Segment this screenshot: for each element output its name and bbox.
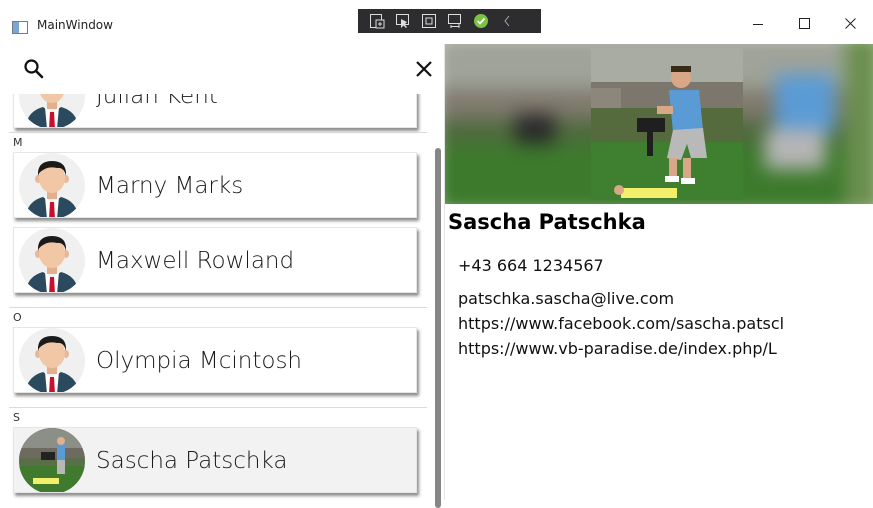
contact-list[interactable]: Julian Kent M Marny Marks Maxwell Rowlan… xyxy=(0,94,444,500)
maximize-icon xyxy=(798,14,810,33)
scrollbar-thumb[interactable] xyxy=(435,148,441,508)
hot-reload-ok-icon[interactable] xyxy=(472,12,490,30)
avatar xyxy=(19,228,85,293)
contact-name: Marny Marks xyxy=(96,173,244,199)
contact-name: Maxwell Rowland xyxy=(96,248,295,274)
display-layout-adorners-icon[interactable] xyxy=(420,12,438,30)
profile-banner xyxy=(445,44,873,204)
search-icon[interactable] xyxy=(22,57,46,81)
detail-website-link[interactable]: https://www.vb-paradise.de/index.php/L xyxy=(458,339,777,358)
contact-card-selected[interactable]: Sascha Patschka xyxy=(13,427,417,493)
profile-photo xyxy=(591,48,743,200)
contact-card[interactable]: Julian Kent xyxy=(13,94,417,128)
contact-name: Julian Kent xyxy=(96,94,218,109)
search-bar xyxy=(0,44,444,94)
collapse-chevron-icon[interactable] xyxy=(498,12,516,30)
live-visual-tree-icon[interactable] xyxy=(368,12,386,30)
close-icon xyxy=(844,14,856,33)
clear-search-icon[interactable] xyxy=(412,57,436,81)
contact-detail-pane: Sascha Patschka +43 664 1234567 patschka… xyxy=(445,44,873,500)
contact-name: Olympia Mcintosh xyxy=(96,348,303,374)
title-bar: MainWindow xyxy=(0,0,873,44)
minimize-icon xyxy=(753,14,763,33)
window-title: MainWindow xyxy=(37,18,113,32)
detail-name: Sascha Patschka xyxy=(448,210,646,234)
track-focused-element-icon[interactable] xyxy=(446,12,464,30)
maximize-button[interactable] xyxy=(781,8,827,38)
group-header-s: S xyxy=(9,407,427,427)
app-icon xyxy=(12,19,28,34)
minimize-button[interactable] xyxy=(735,8,781,38)
group-header-o: O xyxy=(9,307,427,327)
debug-toolbar xyxy=(358,9,541,33)
detail-facebook-link[interactable]: https://www.facebook.com/sascha.patscl xyxy=(458,314,784,333)
group-header-m: M xyxy=(9,132,427,152)
avatar xyxy=(19,94,85,128)
contact-card[interactable]: Marny Marks xyxy=(13,152,417,218)
detail-phone[interactable]: +43 664 1234567 xyxy=(458,256,604,275)
contact-card[interactable]: Olympia Mcintosh xyxy=(13,327,417,393)
avatar xyxy=(19,328,85,393)
close-window-button[interactable] xyxy=(827,8,873,38)
select-element-icon[interactable] xyxy=(394,12,412,30)
contact-list-pane: Julian Kent M Marny Marks Maxwell Rowlan… xyxy=(0,44,444,500)
avatar-photo xyxy=(19,428,85,492)
detail-email[interactable]: patschka.sascha@live.com xyxy=(458,289,674,308)
avatar xyxy=(19,153,85,218)
contact-card[interactable]: Maxwell Rowland xyxy=(13,227,417,293)
contact-name: Sascha Patschka xyxy=(96,448,288,474)
